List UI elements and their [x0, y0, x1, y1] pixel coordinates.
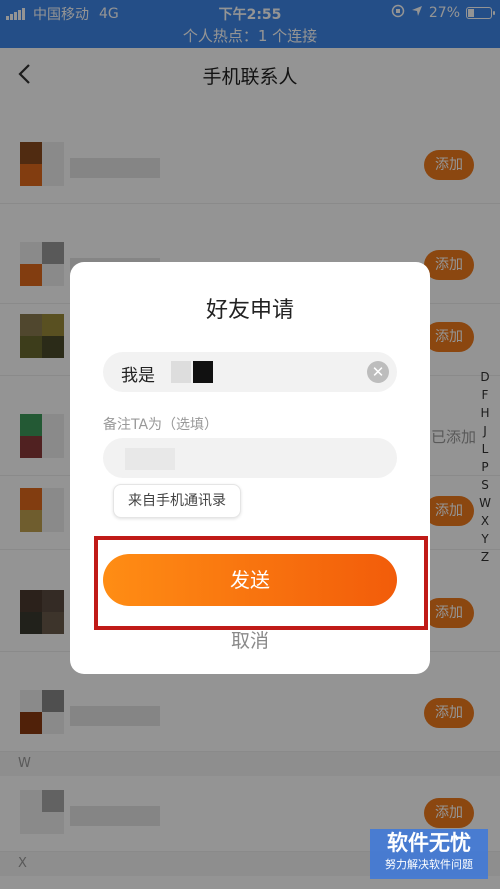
- redacted-remark: [125, 448, 175, 470]
- redacted-name: [171, 361, 191, 383]
- message-input[interactable]: 我是 ✕: [103, 352, 397, 392]
- remark-label: 备注TA为（选填）: [103, 417, 219, 433]
- watermark-subtitle: 努力解决软件问题: [385, 858, 473, 871]
- remark-input[interactable]: [103, 438, 397, 478]
- redacted-name: [193, 361, 213, 383]
- message-prefix: 我是: [121, 366, 155, 386]
- watermark-logo: 软件无忧 努力解决软件问题: [370, 829, 488, 879]
- dialog-title: 好友申请: [205, 298, 294, 323]
- close-circle-icon[interactable]: ✕: [367, 361, 389, 383]
- highlight-box: [94, 536, 428, 630]
- source-chip[interactable]: 来自手机通讯录: [113, 484, 241, 518]
- watermark-title: 软件无忧: [387, 831, 471, 855]
- cancel-button[interactable]: 取消: [70, 626, 430, 653]
